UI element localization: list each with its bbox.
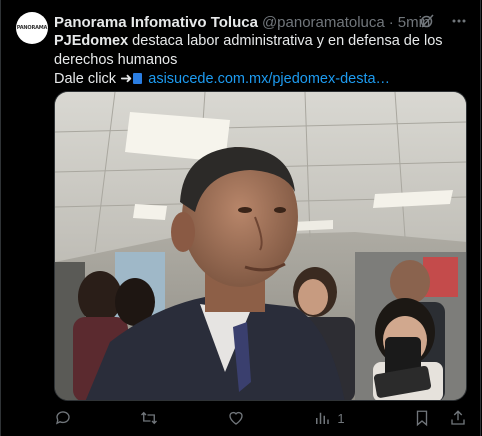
author-handle[interactable]: @panoramatoluca bbox=[262, 14, 385, 31]
retweet-action[interactable] bbox=[140, 409, 158, 427]
grok-icon[interactable] bbox=[418, 12, 436, 30]
views-chart-icon bbox=[316, 412, 330, 424]
reply-action[interactable] bbox=[54, 409, 72, 427]
bookmark-icon[interactable] bbox=[413, 409, 431, 427]
tweet-image[interactable] bbox=[54, 91, 467, 401]
bookmark-share-group bbox=[413, 409, 467, 427]
arrow-emoji: ➜ bbox=[120, 71, 133, 87]
avatar-logo-text: PANORAMA bbox=[16, 25, 48, 31]
views-count: 1 bbox=[337, 410, 345, 426]
more-options-icon[interactable] bbox=[450, 12, 468, 30]
tweet-header: Panorama Infomativo Toluca @panoramatolu… bbox=[54, 12, 470, 32]
action-bar: 1 bbox=[54, 408, 467, 428]
tweet-text-bold: PJEdomex bbox=[54, 33, 129, 49]
tweet-text: PJEdomex destaca labor administrativa y … bbox=[54, 32, 459, 89]
header-icons bbox=[418, 12, 468, 30]
share-icon[interactable] bbox=[449, 409, 467, 427]
heart-icon bbox=[229, 411, 243, 425]
phone-emoji-icon bbox=[133, 73, 143, 84]
separator-dot: · bbox=[388, 13, 394, 31]
tweet-card[interactable]: PANORAMA Panorama Infomativo Toluca @pan… bbox=[0, 0, 481, 436]
reply-icon bbox=[55, 411, 70, 425]
call-to-action: Dale click bbox=[54, 71, 121, 87]
author-name[interactable]: Panorama Infomativo Toluca bbox=[54, 14, 258, 31]
retweet-icon bbox=[141, 411, 158, 425]
views-action[interactable]: 1 bbox=[313, 409, 345, 427]
avatar[interactable]: PANORAMA bbox=[16, 12, 48, 44]
article-link[interactable]: asisucede.com.mx/pjedomex-desta… bbox=[148, 71, 390, 87]
like-action[interactable] bbox=[227, 409, 245, 427]
